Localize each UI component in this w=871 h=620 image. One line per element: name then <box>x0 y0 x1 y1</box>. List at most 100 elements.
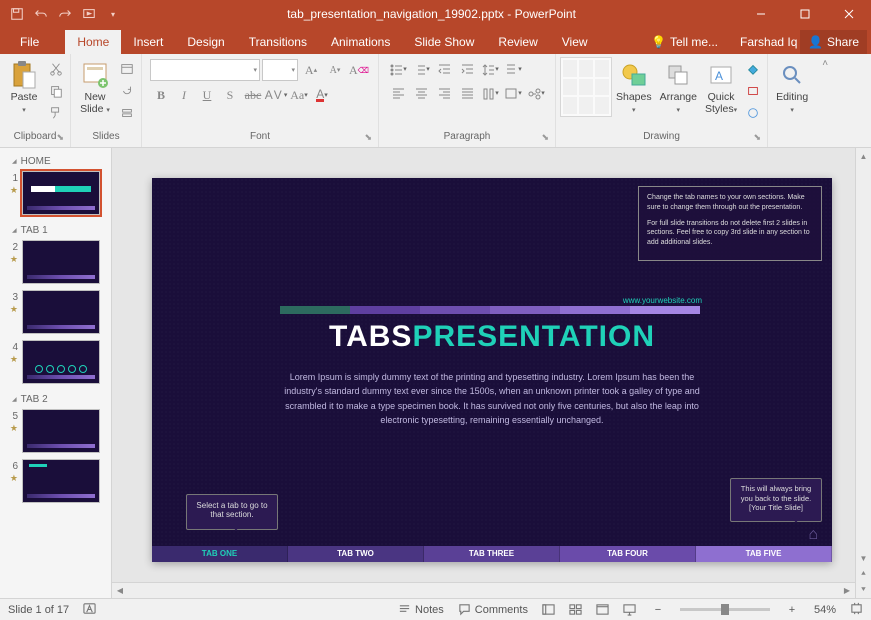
slide-tab[interactable]: TAB FOUR <box>560 546 696 562</box>
thumbnail-slide-2[interactable]: 2★ <box>4 240 111 284</box>
account-name[interactable]: Farshad Iq... <box>728 30 798 54</box>
tab-animations[interactable]: Animations <box>319 30 402 54</box>
slide-title[interactable]: TABSPRESENTATION <box>152 320 832 354</box>
thumbnail-pane[interactable]: HOME 1★ TAB 1 2★ 3★ 4★ TAB 2 5★ 6★ <box>0 148 112 598</box>
website-url[interactable]: www.yourwebsite.com <box>623 296 702 305</box>
reset-button[interactable] <box>117 81 137 101</box>
spell-check-icon[interactable] <box>83 602 96 618</box>
start-from-beginning-button[interactable] <box>78 3 100 25</box>
slideshow-view-button[interactable] <box>623 603 636 616</box>
dialog-launcher-icon[interactable]: ⬊ <box>56 132 64 143</box>
thumbnail-slide-3[interactable]: 3★ <box>4 290 111 334</box>
thumbnail-slide-6[interactable]: 6★ <box>4 459 111 503</box>
slide-tab[interactable]: TAB ONE <box>152 546 288 562</box>
horizontal-scrollbar[interactable]: ◀ ▶ <box>112 582 855 598</box>
section-button[interactable] <box>117 103 137 123</box>
tip-right-callout[interactable]: This will always bring you back to the s… <box>730 478 822 522</box>
scroll-up-button[interactable]: ▲ <box>856 148 871 164</box>
slide-canvas[interactable]: Change the tab names to your own section… <box>112 148 871 598</box>
copy-button[interactable] <box>46 81 66 101</box>
decrease-indent-button[interactable] <box>433 59 455 79</box>
tell-me-search[interactable]: 💡Tell me... <box>643 35 726 49</box>
quick-styles-button[interactable]: A Quick Styles▾ <box>701 57 741 117</box>
qat-customize-button[interactable]: ▾ <box>102 3 124 25</box>
section-header[interactable]: TAB 2 <box>4 390 111 409</box>
italic-button[interactable]: I <box>173 85 195 105</box>
tab-slideshow[interactable]: Slide Show <box>402 30 486 54</box>
collapse-ribbon-button[interactable]: ˄ <box>822 58 828 69</box>
font-size-select[interactable]: ▾ <box>262 59 298 81</box>
zoom-slider[interactable] <box>680 608 770 611</box>
align-text-button[interactable]: ▾ <box>502 83 524 103</box>
instructions-textbox[interactable]: Change the tab names to your own section… <box>638 186 822 261</box>
normal-view-button[interactable] <box>542 603 555 616</box>
share-button[interactable]: 👤Share <box>800 30 867 54</box>
layout-button[interactable] <box>117 59 137 79</box>
slide-tab[interactable]: TAB THREE <box>424 546 560 562</box>
shadow-button[interactable]: S <box>219 85 241 105</box>
zoom-out-button[interactable]: − <box>650 604 666 616</box>
fit-to-window-button[interactable] <box>850 602 863 618</box>
slide-tab[interactable]: TAB TWO <box>288 546 424 562</box>
increase-font-button[interactable]: A▴ <box>300 60 322 80</box>
maximize-button[interactable] <box>783 0 827 28</box>
format-painter-button[interactable] <box>46 103 66 123</box>
shape-outline-button[interactable] <box>743 81 763 101</box>
shape-effects-button[interactable] <box>743 103 763 123</box>
editing-button[interactable]: Editing▾ <box>772 57 812 117</box>
section-header[interactable]: TAB 1 <box>4 221 111 240</box>
font-color-button[interactable]: A▾ <box>311 85 333 105</box>
thumbnail-slide-5[interactable]: 5★ <box>4 409 111 453</box>
shapes-button[interactable]: Shapes▾ <box>612 57 656 117</box>
tab-transitions[interactable]: Transitions <box>237 30 319 54</box>
minimize-button[interactable] <box>739 0 783 28</box>
dialog-launcher-icon[interactable]: ⬊ <box>541 132 549 143</box>
change-case-button[interactable]: Aa▾ <box>288 85 310 105</box>
align-right-button[interactable] <box>433 83 455 103</box>
tab-file[interactable]: File <box>8 30 51 54</box>
spacing-button[interactable]: AV▾ <box>265 85 287 105</box>
paste-button[interactable]: Paste▾ <box>4 57 44 117</box>
section-header[interactable]: HOME <box>4 152 111 171</box>
vertical-scrollbar[interactable]: ▲ ▼ ⯅ ⯆ <box>855 148 871 598</box>
reading-view-button[interactable] <box>596 603 609 616</box>
justify-button[interactable] <box>456 83 478 103</box>
slide-sorter-view-button[interactable] <box>569 603 582 616</box>
next-slide-button[interactable]: ⯆ <box>856 582 871 598</box>
align-center-button[interactable] <box>410 83 432 103</box>
align-left-button[interactable] <box>387 83 409 103</box>
clear-formatting-button[interactable]: A⌫ <box>348 60 370 80</box>
smartart-button[interactable]: ▾ <box>525 83 547 103</box>
tab-review[interactable]: Review <box>486 30 549 54</box>
shape-fill-button[interactable] <box>743 59 763 79</box>
tab-view[interactable]: View <box>550 30 600 54</box>
comments-button[interactable]: Comments <box>458 603 528 616</box>
slide-body-text[interactable]: Lorem Ipsum is simply dummy text of the … <box>282 370 702 428</box>
zoom-in-button[interactable]: + <box>784 604 800 616</box>
notes-button[interactable]: Notes <box>398 603 444 616</box>
save-button[interactable] <box>6 3 28 25</box>
increase-indent-button[interactable] <box>456 59 478 79</box>
scroll-down-button[interactable]: ▼ <box>856 550 871 566</box>
bold-button[interactable]: B <box>150 85 172 105</box>
strikethrough-button[interactable]: abc <box>242 85 264 105</box>
slide[interactable]: Change the tab names to your own section… <box>152 178 832 562</box>
dialog-launcher-icon[interactable]: ⬊ <box>754 132 762 143</box>
thumbnail-slide-1[interactable]: 1★ <box>4 171 111 215</box>
slide-counter[interactable]: Slide 1 of 17 <box>8 604 69 616</box>
tab-insert[interactable]: Insert <box>121 30 175 54</box>
tab-design[interactable]: Design <box>175 30 236 54</box>
arrange-button[interactable]: Arrange▾ <box>656 57 701 117</box>
columns-button[interactable]: ▾ <box>479 83 501 103</box>
home-icon[interactable]: ⌂ <box>808 526 818 544</box>
scroll-right-button[interactable]: ▶ <box>839 583 855 598</box>
numbering-button[interactable]: ▾ <box>410 59 432 79</box>
undo-button[interactable] <box>30 3 52 25</box>
slide-tab[interactable]: TAB FIVE <box>696 546 832 562</box>
cut-button[interactable] <box>46 59 66 79</box>
thumbnail-slide-4[interactable]: 4★ <box>4 340 111 384</box>
scroll-left-button[interactable]: ◀ <box>112 583 128 598</box>
shapes-gallery[interactable] <box>560 57 612 117</box>
font-family-select[interactable]: ▾ <box>150 59 260 81</box>
decrease-font-button[interactable]: A▾ <box>324 60 346 80</box>
